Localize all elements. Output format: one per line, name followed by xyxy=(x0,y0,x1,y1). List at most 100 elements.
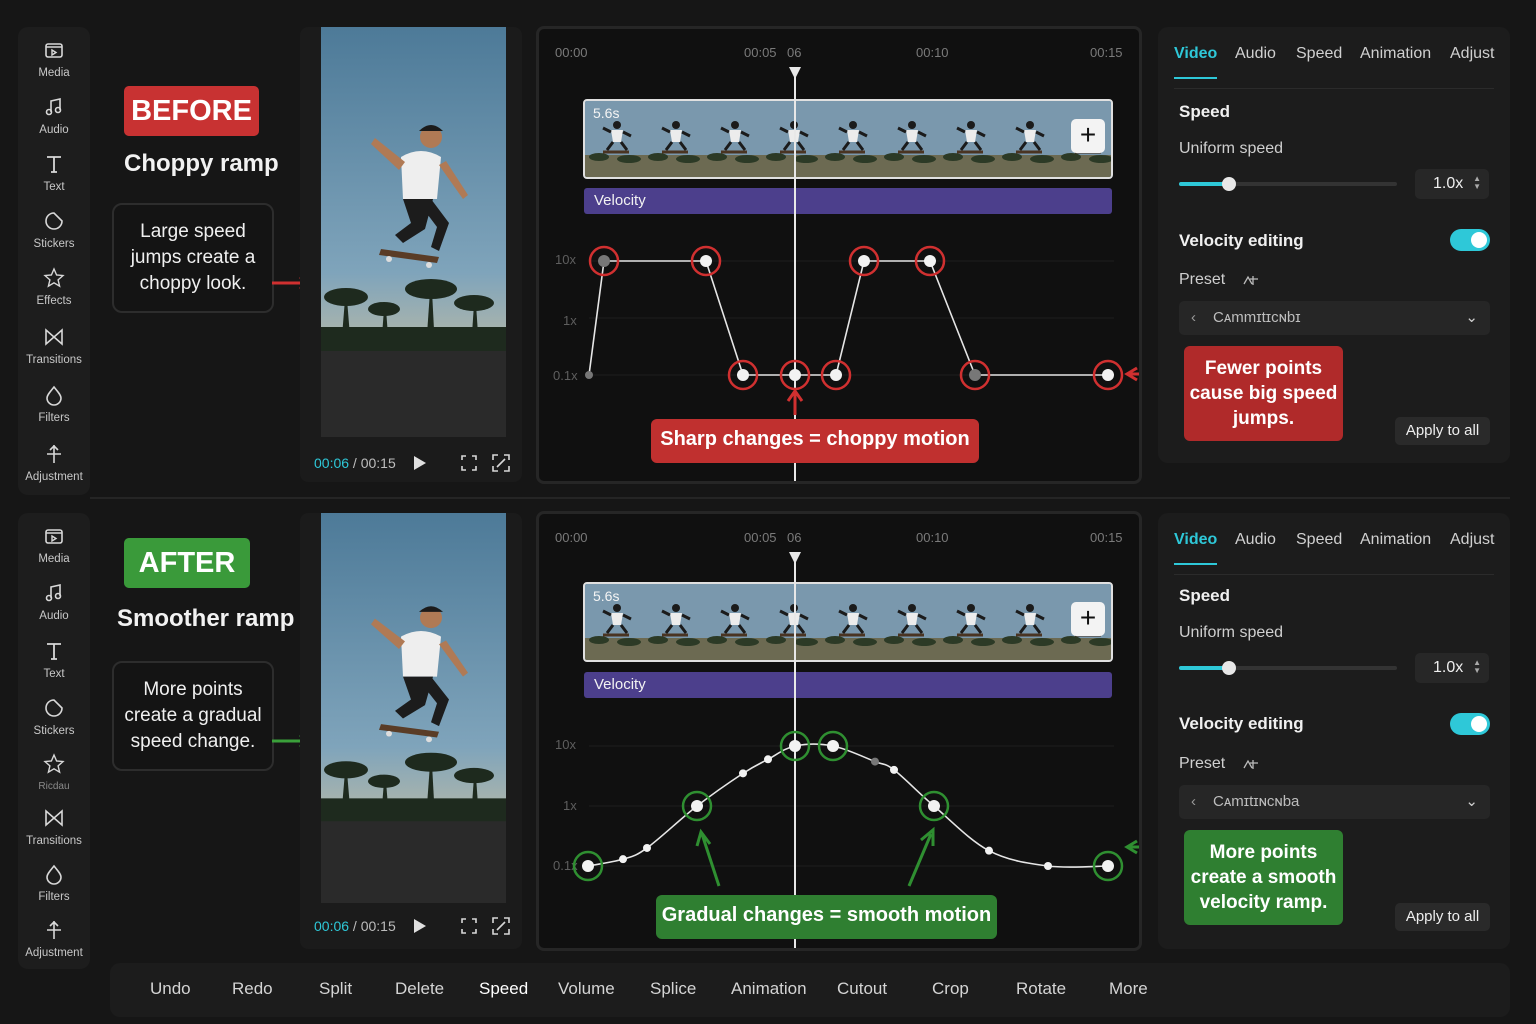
tab-video[interactable]: Video xyxy=(1174,531,1218,565)
velocity-curve[interactable] xyxy=(539,29,1142,484)
fewer-points-callout: Fewer points cause big speed jumps. xyxy=(1184,346,1343,441)
property-tabs: Video Audio Speed Animation Adjust xyxy=(1174,529,1494,575)
keyframe-point[interactable] xyxy=(830,369,842,381)
apply-to-all-button[interactable]: Apply to all xyxy=(1395,903,1490,931)
sidebar-item-filters[interactable]: Filters xyxy=(18,863,90,903)
add-clip-button[interactable]: + xyxy=(1071,119,1105,153)
velocity-editing-toggle[interactable] xyxy=(1450,229,1490,251)
more-button[interactable]: More xyxy=(1109,979,1148,999)
sidebar-item-transitions[interactable]: Transitions xyxy=(18,326,90,366)
play-button[interactable] xyxy=(413,455,427,476)
sidebar-item-media[interactable]: Media xyxy=(18,525,90,565)
apply-to-all-button[interactable]: Apply to all xyxy=(1395,417,1490,445)
playhead-marker-icon[interactable] xyxy=(789,552,801,564)
sidebar-item-adjustment[interactable]: Adjustment xyxy=(18,919,90,959)
delete-button[interactable]: Delete xyxy=(395,979,444,999)
timeline-panel-before[interactable]: 00:00 00:05 06 00:10 00:15 5.6s + Veloci… xyxy=(536,26,1142,484)
velocity-editing-toggle[interactable] xyxy=(1450,713,1490,735)
sidebar-item-media[interactable]: Media xyxy=(18,39,90,79)
keyframe-point[interactable] xyxy=(928,800,940,812)
keyframe-point[interactable] xyxy=(598,255,610,267)
keyframe-point[interactable] xyxy=(985,846,993,855)
keyframe-point[interactable] xyxy=(700,255,712,267)
uniform-speed-slider[interactable] xyxy=(1179,177,1397,191)
uniform-speed-input[interactable]: 1.0x ▲ ▼ xyxy=(1415,169,1489,199)
tab-adjust[interactable]: Adjust xyxy=(1450,531,1494,549)
animation-button[interactable]: Animation xyxy=(731,979,807,999)
sidebar-item-stickers[interactable]: Stickers xyxy=(18,210,90,250)
tab-adjust[interactable]: Adjust xyxy=(1450,45,1494,63)
tab-animation[interactable]: Animation xyxy=(1360,531,1431,549)
sidebar-item-adjustment[interactable]: Adjustment xyxy=(18,443,90,483)
sidebar-item-transitions[interactable]: Transitions xyxy=(18,807,90,847)
sidebar-item-text[interactable]: Text xyxy=(18,640,90,680)
crop-ratio-button[interactable] xyxy=(461,918,477,939)
sidebar-item-audio[interactable]: Audio xyxy=(18,582,90,622)
keyframe-point[interactable] xyxy=(585,371,593,379)
playhead-marker-icon[interactable] xyxy=(789,67,801,79)
splice-button[interactable]: Splice xyxy=(650,979,696,999)
tab-audio[interactable]: Audio xyxy=(1235,45,1276,63)
crop-ratio-button[interactable] xyxy=(461,455,477,476)
pointer-arrow-icon xyxy=(695,828,721,887)
sidebar-item-text[interactable]: Text xyxy=(18,153,90,193)
pointer-arrow-icon xyxy=(1124,839,1139,855)
undo-button[interactable]: Undo xyxy=(150,979,191,999)
sidebar-item-stickers[interactable]: Stickers xyxy=(18,697,90,737)
tab-speed[interactable]: Speed xyxy=(1296,45,1342,63)
velocity-editing-heading: Velocity editing xyxy=(1179,231,1304,250)
uniform-speed-input[interactable]: 1.0x ▲ ▼ xyxy=(1415,653,1489,683)
keyframe-point[interactable] xyxy=(789,369,801,381)
preset-label: Preset xyxy=(1179,271,1226,288)
sidebar-item-audio[interactable]: Audio xyxy=(18,96,90,136)
keyframe-point[interactable] xyxy=(858,255,870,267)
tab-animation[interactable]: Animation xyxy=(1360,45,1431,63)
sidebar-item-effects[interactable]: Ricdau xyxy=(18,753,90,792)
crop-button[interactable]: Crop xyxy=(932,979,969,999)
split-button[interactable]: Split xyxy=(319,979,352,999)
preset-dropdown[interactable]: ‹ Cᴀmmɪtɪcɴbɪ ⌄ xyxy=(1179,301,1490,335)
uniform-speed-label: Uniform speed xyxy=(1179,624,1284,641)
keyframe-point[interactable] xyxy=(737,369,749,381)
keyframe-point[interactable] xyxy=(739,769,747,778)
keyframe-point[interactable] xyxy=(691,800,703,812)
keyframe-point[interactable] xyxy=(643,843,651,852)
keyframe-point[interactable] xyxy=(969,369,981,381)
tab-speed[interactable]: Speed xyxy=(1296,531,1342,549)
keyframe-point[interactable] xyxy=(1044,862,1052,870)
pointer-arrow-icon xyxy=(907,826,935,887)
keyframe-point[interactable] xyxy=(582,860,594,872)
sidebar-item-filters[interactable]: Filters xyxy=(18,384,90,424)
keyframe-point[interactable] xyxy=(1102,369,1114,381)
speed-button[interactable]: Speed xyxy=(479,979,528,999)
after-note: More points create a gradual speed chang… xyxy=(112,661,274,771)
fullscreen-icon xyxy=(492,454,510,472)
keyframe-point[interactable] xyxy=(789,740,801,752)
preset-label: Preset xyxy=(1179,755,1226,772)
keyframe-point[interactable] xyxy=(890,765,898,774)
velocity-curve[interactable] xyxy=(539,514,1142,951)
keyframe-point[interactable] xyxy=(924,255,936,267)
volume-button[interactable]: Volume xyxy=(558,979,615,999)
keyframe-point[interactable] xyxy=(871,757,879,766)
cutout-button[interactable]: Cutout xyxy=(837,979,887,999)
keyframe-point[interactable] xyxy=(1102,860,1114,872)
rotate-button[interactable]: Rotate xyxy=(1016,979,1066,999)
add-clip-button[interactable]: + xyxy=(1071,602,1105,636)
tab-video[interactable]: Video xyxy=(1174,45,1218,79)
transitions-icon xyxy=(18,326,90,352)
sidebar-item-label: Media xyxy=(38,553,70,565)
uniform-speed-slider[interactable] xyxy=(1179,661,1397,675)
timeline-panel-after[interactable]: 00:00 00:05 06 00:10 00:15 5.6s + Veloci… xyxy=(536,511,1142,951)
preset-dropdown[interactable]: ‹ Cᴀmɪtɪɴcɴba ⌄ xyxy=(1179,785,1490,819)
keyframe-point[interactable] xyxy=(764,755,772,764)
sidebar-item-effects[interactable]: Effects xyxy=(18,267,90,307)
tab-audio[interactable]: Audio xyxy=(1235,531,1276,549)
keyframe-point[interactable] xyxy=(827,740,839,752)
play-button[interactable] xyxy=(413,918,427,939)
fullscreen-button[interactable] xyxy=(492,917,510,940)
fullscreen-button[interactable] xyxy=(492,454,510,477)
keyframe-point[interactable] xyxy=(619,855,627,864)
redo-button[interactable]: Redo xyxy=(232,979,273,999)
sidebar-item-label: Text xyxy=(43,181,65,193)
